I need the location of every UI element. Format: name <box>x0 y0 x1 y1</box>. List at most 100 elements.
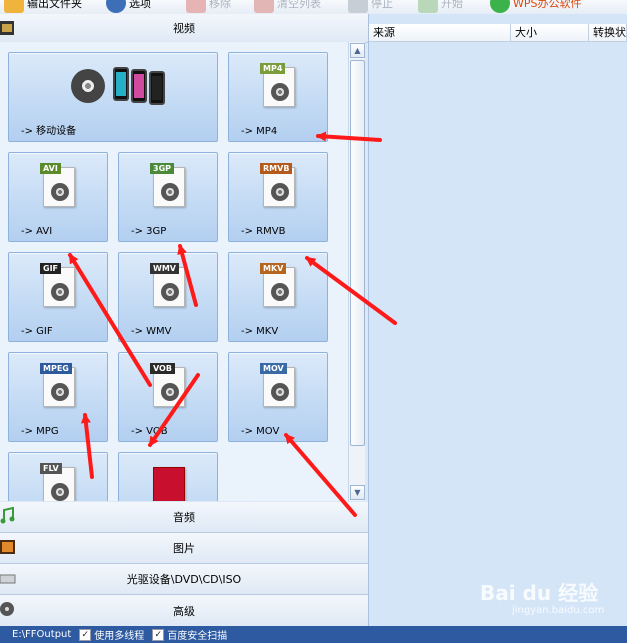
format-tile-label: -> AVI <box>21 226 53 237</box>
format-badge: VOB <box>150 363 175 374</box>
category-disc[interactable]: 光驱设备\DVD\CD\ISO <box>0 564 368 595</box>
format-badge: AVI <box>40 163 61 174</box>
format-tile-label: -> MOV <box>241 426 280 437</box>
start-button[interactable]: 开始 <box>418 0 463 14</box>
film-reel-icon <box>0 602 14 616</box>
category-video[interactable]: 视频 <box>0 14 368 43</box>
format-tile-extra-12[interactable] <box>118 452 218 501</box>
close-icon <box>254 0 274 13</box>
format-tile-mp4[interactable]: MP4 -> MP4 <box>228 52 328 142</box>
phone-icon <box>131 69 147 103</box>
format-scrollbar[interactable]: ▲ ▼ <box>348 42 365 501</box>
category-audio[interactable]: 音频 <box>0 502 368 533</box>
format-badge: 3GP <box>150 163 174 174</box>
format-badge: GIF <box>40 263 62 274</box>
format-tile-mkv[interactable]: MKV -> MKV <box>228 252 328 342</box>
output-folder-button[interactable]: 输出文件夹 <box>4 0 82 14</box>
format-tile-flv[interactable]: FLV <box>8 452 108 501</box>
toolbar: 输出文件夹 选项 移除 清空列表 停止 开始 WPS办公软件 <box>0 0 627 15</box>
wps-label: WPS办公软件 <box>513 0 582 10</box>
flash-file-icon <box>153 467 185 501</box>
gear-icon <box>106 0 126 13</box>
film-reel-icon <box>71 69 105 103</box>
status-bar: E:\FFOutput ✓ 使用多线程 ✓ 百度安全扫描 <box>0 626 627 643</box>
remove-button[interactable]: 移除 <box>186 0 231 14</box>
format-badge: RMVB <box>260 163 293 174</box>
safe-scan-option[interactable]: ✓ 百度安全扫描 <box>152 627 227 642</box>
category-disc-label: 光驱设备\DVD\CD\ISO <box>126 573 242 586</box>
wps-icon <box>490 0 510 13</box>
minus-icon <box>186 0 206 13</box>
category-panel: 视频 -> 移动设备 MP4 -> MP4 AVI -> AVI 3GP -> 3GP RMV… <box>0 14 369 627</box>
wps-button[interactable]: WPS办公软件 <box>490 0 582 14</box>
remove-label: 移除 <box>209 0 231 10</box>
format-badge: MOV <box>260 363 287 374</box>
stop-button[interactable]: 停止 <box>348 0 393 14</box>
format-tile-vob[interactable]: VOB -> VOB <box>118 352 218 442</box>
start-label: 开始 <box>441 0 463 10</box>
music-note-icon <box>0 507 15 524</box>
film-reel-icon <box>161 283 179 301</box>
format-badge: FLV <box>40 463 62 474</box>
format-tile-rmvb[interactable]: RMVB -> RMVB <box>228 152 328 242</box>
format-tile-label: -> WMV <box>131 326 172 337</box>
film-reel-icon <box>271 283 289 301</box>
format-tile-label: -> GIF <box>21 326 53 337</box>
format-badge: WMV <box>150 263 179 274</box>
clear-list-label: 清空列表 <box>277 0 321 10</box>
scroll-thumb[interactable] <box>350 60 365 446</box>
folder-icon <box>4 0 24 13</box>
column-size[interactable]: 大小 <box>511 24 589 42</box>
column-source[interactable]: 来源 <box>369 24 511 42</box>
safe-scan-checkbox[interactable]: ✓ <box>152 628 165 641</box>
format-tile-mpeg[interactable]: MPEG -> MPG <box>8 352 108 442</box>
format-badge: MP4 <box>260 63 286 74</box>
phone-icon <box>113 67 129 101</box>
film-reel-icon <box>51 283 69 301</box>
format-tile-mov[interactable]: MOV -> MOV <box>228 352 328 442</box>
format-tile-3gp[interactable]: 3GP -> 3GP <box>118 152 218 242</box>
format-tile-label: -> 移动设备 <box>21 126 77 137</box>
stop-icon <box>348 0 368 13</box>
multithread-checkbox[interactable]: ✓ <box>79 628 92 641</box>
format-tile-label: -> RMVB <box>241 226 286 237</box>
clear-list-button[interactable]: 清空列表 <box>254 0 321 14</box>
category-audio-label: 音频 <box>173 511 195 524</box>
film-reel-icon <box>51 483 69 501</box>
category-advanced[interactable]: 高级 <box>0 595 368 627</box>
phone-icon <box>149 71 165 105</box>
format-tile-label: -> MPG <box>21 426 59 437</box>
baidu-watermark: Bai du 经验 <box>480 581 599 605</box>
film-reel-icon <box>161 383 179 401</box>
multithread-option[interactable]: ✓ 使用多线程 <box>79 627 144 642</box>
category-image[interactable]: 图片 <box>0 533 368 564</box>
options-button[interactable]: 选项 <box>106 0 151 14</box>
format-tile-wmv[interactable]: WMV -> WMV <box>118 252 218 342</box>
options-label: 选项 <box>129 0 151 10</box>
format-tile-mobile[interactable]: -> 移动设备 <box>8 52 218 142</box>
format-badge: MPEG <box>40 363 72 374</box>
format-tile-avi[interactable]: AVI -> AVI <box>8 152 108 242</box>
format-tile-label: -> MKV <box>241 326 279 337</box>
scroll-down-button[interactable]: ▼ <box>350 485 365 500</box>
picture-icon <box>0 540 15 554</box>
watermark-url: jingyan.baidu.com <box>512 605 605 616</box>
format-tile-gif[interactable]: GIF -> GIF <box>8 252 108 342</box>
multithread-label: 使用多线程 <box>94 631 145 642</box>
format-tile-label: -> 3GP <box>131 226 167 237</box>
stop-label: 停止 <box>371 0 393 10</box>
format-tile-label: -> VOB <box>131 426 168 437</box>
category-video-label: 视频 <box>173 22 195 35</box>
output-path: E:\FFOutput <box>12 629 72 640</box>
file-list-panel[interactable]: 来源 大小 转换状态 <box>369 14 627 626</box>
film-icon <box>0 21 14 35</box>
play-icon <box>418 0 438 13</box>
category-advanced-label: 高级 <box>173 604 195 618</box>
film-reel-icon <box>271 183 289 201</box>
film-reel-icon <box>51 383 69 401</box>
column-status[interactable]: 转换状态 <box>589 24 627 42</box>
format-grid: -> 移动设备 MP4 -> MP4 AVI -> AVI 3GP -> 3GP RMVB ->… <box>0 42 348 501</box>
scroll-up-button[interactable]: ▲ <box>350 43 365 58</box>
film-reel-icon <box>271 83 289 101</box>
safe-scan-label: 百度安全扫描 <box>167 631 228 642</box>
